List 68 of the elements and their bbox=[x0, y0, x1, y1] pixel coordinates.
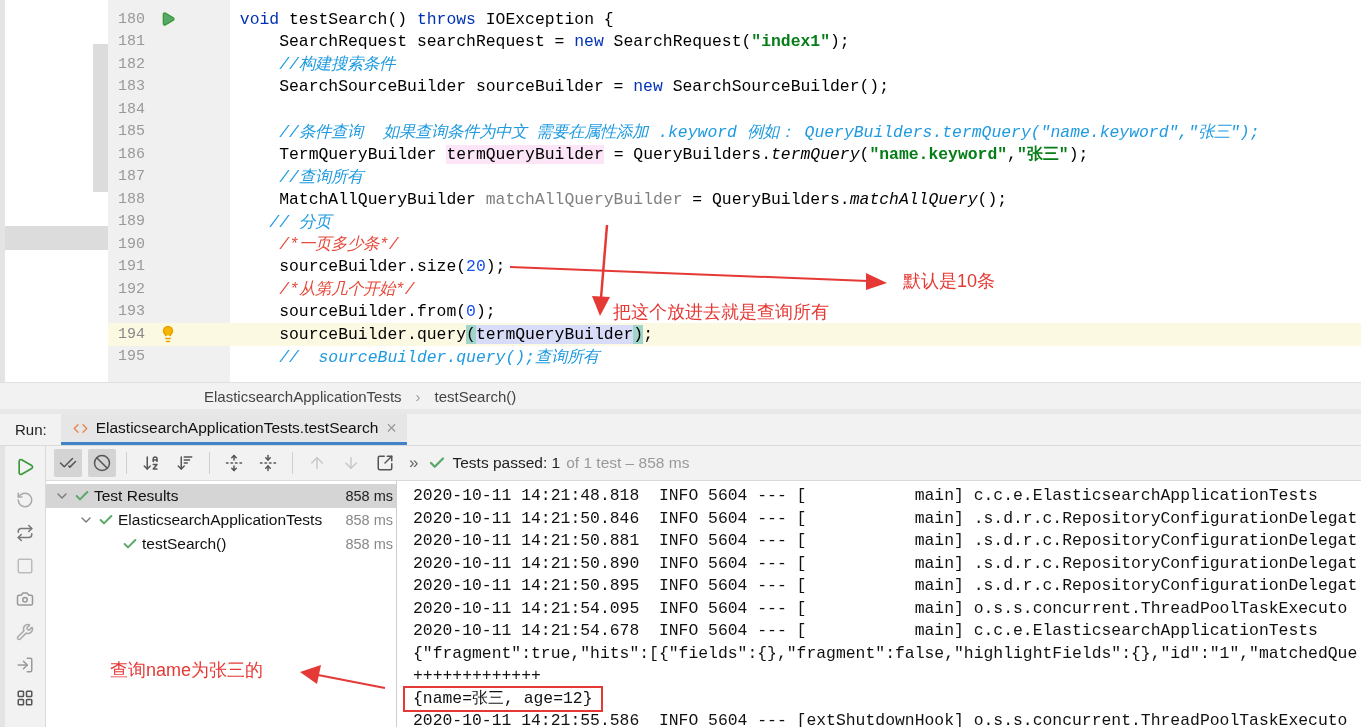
console-line: 2020-10-11 14:21:54.095 INFO 5604 --- [ main] o.s.s.concurrent.ThreadPoolTaskExecuto bbox=[413, 597, 1348, 620]
code-line: TermQueryBuilder termQueryBuilder = QueryBuilders.termQuery("name.keyword","张三"); bbox=[278, 144, 1089, 166]
layout-icon[interactable] bbox=[16, 688, 34, 707]
line-number: 182 bbox=[117, 55, 145, 73]
code-line: SearchSourceBuilder sourceBuilder = new SearchSourceBuilder(); bbox=[278, 77, 890, 97]
line-number: 191 bbox=[117, 258, 145, 276]
code-line: sourceBuilder.size(20); bbox=[278, 257, 506, 277]
line-number: 195 bbox=[117, 348, 145, 366]
tree-item[interactable]: testSearch() 858 ms bbox=[46, 532, 396, 556]
line-number: 192 bbox=[117, 280, 145, 298]
annotation-text: 默认是10条 bbox=[903, 270, 996, 293]
line-number: 181 bbox=[117, 33, 145, 51]
play-icon[interactable] bbox=[15, 456, 35, 477]
code-line: /*一页多少条*/ bbox=[278, 234, 399, 256]
console-line: 2020-10-11 14:21:50.895 INFO 5604 --- [ main] .s.d.r.c.RepositoryConfigurationDelegat bbox=[413, 575, 1358, 597]
line-number: 185 bbox=[117, 123, 145, 141]
annotation-text: 查询name为张三的 bbox=[110, 659, 264, 682]
breadcrumb-separator: › bbox=[415, 387, 421, 405]
line-number: 188 bbox=[117, 190, 145, 208]
export-icon[interactable] bbox=[376, 454, 394, 472]
console-line: 2020-10-11 14:21:54.678 INFO 5604 --- [ main] c.c.e.ElasticsearchApplicationTests bbox=[413, 620, 1318, 642]
code-line: /*从第几个开始*/ bbox=[278, 279, 415, 301]
console-line: {name=张三, age=12} bbox=[405, 687, 601, 710]
line-number: 180 bbox=[117, 10, 145, 28]
tree-item[interactable]: ElasticsearchApplicationTests 858 ms bbox=[46, 508, 396, 532]
code-line: void testSearch() throws IOException { bbox=[238, 9, 614, 29]
arrow-down-icon bbox=[342, 454, 360, 472]
code-line: //构建搜索条件 bbox=[278, 54, 395, 76]
code-line: MatchAllQueryBuilder matchAllQueryBuilder = QueryBuilders.matchAllQuery(); bbox=[278, 189, 1008, 209]
line-number: 186 bbox=[117, 145, 145, 163]
expand-all-icon[interactable] bbox=[225, 454, 243, 472]
console-line: 2020-10-11 14:21:48.818 INFO 5604 --- [ main] c.c.e.ElasticsearchApplicationTests bbox=[413, 485, 1318, 507]
run-tab[interactable]: ElasticsearchApplicationTests.testSearch × bbox=[60, 414, 407, 445]
console-line: {"fragment":true,"hits":[{"fields":{},"fragment":false,"highlightFields":{},"id":"1","matchedQue bbox=[413, 642, 1358, 665]
console-line: 2020-10-11 14:21:50.881 INFO 5604 --- [ main] .s.d.r.c.RepositoryConfigurationDelegat bbox=[413, 530, 1358, 552]
more-button[interactable]: » bbox=[409, 453, 419, 473]
run-label: Run: bbox=[14, 420, 48, 440]
code-line: //条件查询 如果查询条件为中文 需要在属性添加 .keyword 例如： QueryBuilders.termQuery("name.keyword","张三"); bbox=[278, 121, 1260, 143]
line-number: 193 bbox=[117, 303, 145, 321]
code-line: sourceBuilder.query(termQueryBuilder); bbox=[278, 324, 653, 344]
console-line: 2020-10-11 14:21:50.846 INFO 5604 --- [ main] .s.d.r.c.RepositoryConfigurationDelegat bbox=[413, 507, 1358, 530]
repeat-icon[interactable] bbox=[16, 523, 34, 542]
line-number: 183 bbox=[117, 78, 145, 96]
tree-item[interactable]: Test Results 858 ms bbox=[46, 484, 396, 508]
breadcrumb-item[interactable]: testSearch() bbox=[434, 387, 517, 405]
status-text: Tests passed: 1 bbox=[452, 454, 561, 472]
sort-duration-icon[interactable] bbox=[176, 454, 194, 472]
line-number: 184 bbox=[117, 100, 145, 118]
code-line: sourceBuilder.from(0); bbox=[278, 302, 496, 322]
status-detail: of 1 test – 858 ms bbox=[566, 454, 690, 472]
sort-alpha-icon[interactable] bbox=[142, 454, 160, 472]
annotation-text: 把这个放进去就是查询所有 bbox=[613, 301, 829, 324]
stop-icon[interactable] bbox=[16, 556, 34, 575]
line-number: 189 bbox=[117, 213, 145, 231]
breadcrumb-item[interactable]: ElasticsearchApplicationTests bbox=[204, 387, 402, 405]
console-line: +++++++++++++ bbox=[413, 665, 541, 687]
rerun-icon[interactable] bbox=[16, 490, 34, 509]
camera-icon[interactable] bbox=[16, 589, 34, 608]
line-number: 187 bbox=[117, 168, 145, 186]
code-line: SearchRequest searchRequest = new SearchRequest("index1"); bbox=[278, 32, 850, 52]
wrench-icon[interactable] bbox=[16, 622, 34, 641]
console-line: 2020-10-11 14:21:50.890 INFO 5604 --- [ main] .s.d.r.c.RepositoryConfigurationDelegat bbox=[413, 552, 1358, 575]
show-ignored-button[interactable] bbox=[88, 449, 116, 477]
show-passed-button[interactable] bbox=[54, 449, 82, 477]
line-number: 190 bbox=[117, 235, 145, 253]
login-icon[interactable] bbox=[16, 655, 34, 674]
ban-icon bbox=[93, 454, 111, 472]
collapse-all-icon[interactable] bbox=[259, 454, 277, 472]
